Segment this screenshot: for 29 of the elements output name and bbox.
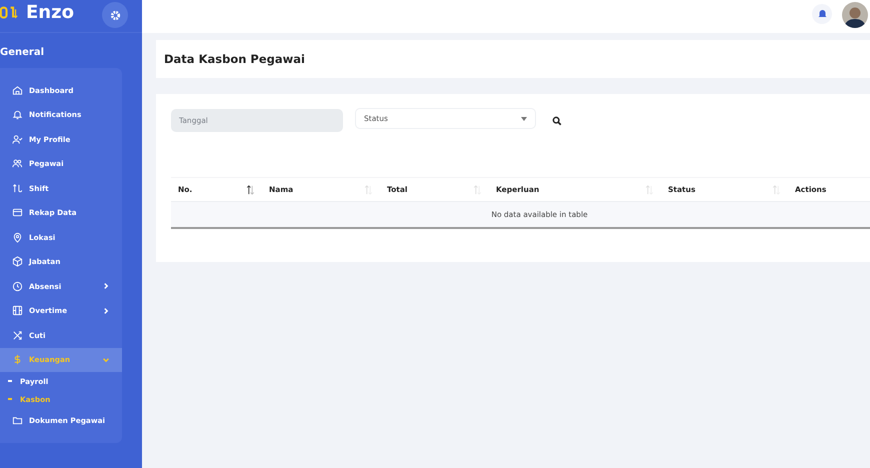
users-icon [12,158,23,170]
card-icon [12,207,23,218]
shuffle-icon [12,330,23,341]
folder-icon [12,414,23,426]
caret-icon [521,116,527,120]
logo-icon [0,4,18,20]
film-icon [12,305,23,316]
notification-button[interactable] [812,4,832,24]
chevron-right-icon [102,282,110,290]
search-button[interactable] [550,114,564,128]
brand-name: Enzo [26,2,74,23]
home-icon [12,84,23,96]
clock-icon [12,280,23,292]
avatar[interactable] [842,2,868,28]
user-check-icon [12,134,23,145]
bell-icon [12,109,23,120]
search-icon [552,116,562,126]
section-title: General [0,47,45,58]
dollar-icon [12,354,23,366]
settings-button[interactable] [102,2,128,28]
chevron-down-icon [102,356,110,364]
map-pin-icon [12,232,23,243]
gear-icon [110,10,120,20]
arrows-icon [12,182,23,194]
box-icon [12,256,23,268]
page-title: Data Kasbon Pegawai [164,52,305,66]
sort-icon[interactable] [246,184,255,194]
bell-icon [818,8,826,18]
chevron-right-icon [102,306,110,315]
